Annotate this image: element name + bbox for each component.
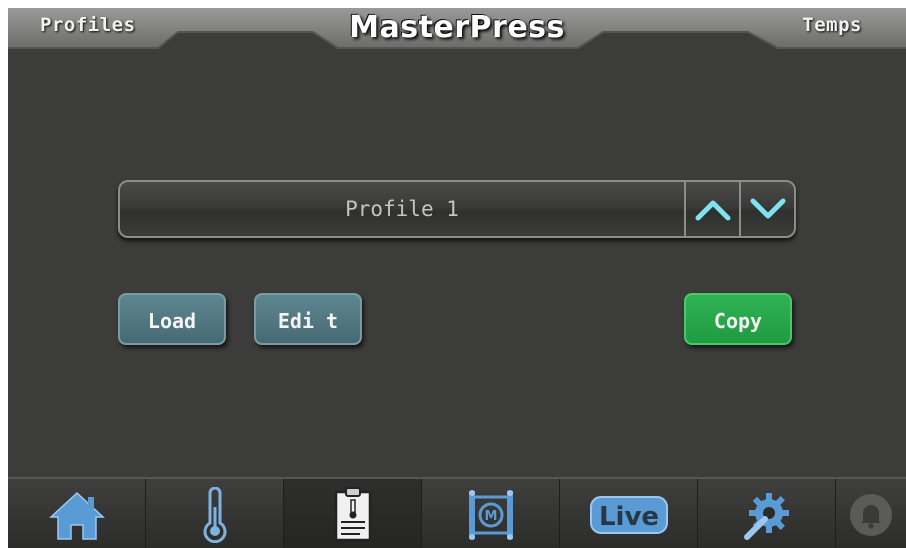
profile-name-display[interactable]: Profile 1 [120, 182, 684, 236]
chevron-up-icon [695, 200, 730, 221]
thermometer-icon [203, 486, 226, 543]
nav-profiles[interactable] [284, 479, 422, 548]
load-button[interactable]: Load [118, 293, 226, 345]
profile-document-icon [334, 486, 371, 541]
screen: Profiles MasterPress Temps Profile 1 Loa… [8, 8, 906, 548]
alarm-bell-icon [850, 493, 892, 536]
settings-wrench-gear-icon [743, 492, 789, 540]
edit-button[interactable]: Edi t [254, 293, 362, 345]
profile-selector: Profile 1 [118, 180, 796, 238]
profile-down-button[interactable] [739, 182, 794, 236]
app-title: MasterPress [349, 10, 565, 45]
live-icon: Live [589, 495, 668, 534]
press-motor-icon: M [468, 489, 513, 540]
nav-home[interactable] [8, 479, 146, 548]
svg-text:M: M [484, 509, 497, 524]
nav-settings[interactable] [698, 479, 836, 548]
nav-temps[interactable] [146, 479, 284, 548]
nav-live[interactable]: Live [560, 479, 698, 548]
svg-text:Live: Live [598, 502, 658, 532]
chevron-down-icon [750, 198, 785, 219]
copy-button[interactable]: Copy [684, 293, 792, 345]
nav-press[interactable]: M [422, 479, 560, 548]
bottom-nav: M Live [8, 477, 906, 548]
temps-nav-link[interactable]: Temps [802, 14, 862, 36]
home-icon [48, 491, 105, 540]
profile-up-button[interactable] [684, 182, 739, 236]
nav-alarm[interactable] [836, 479, 906, 548]
